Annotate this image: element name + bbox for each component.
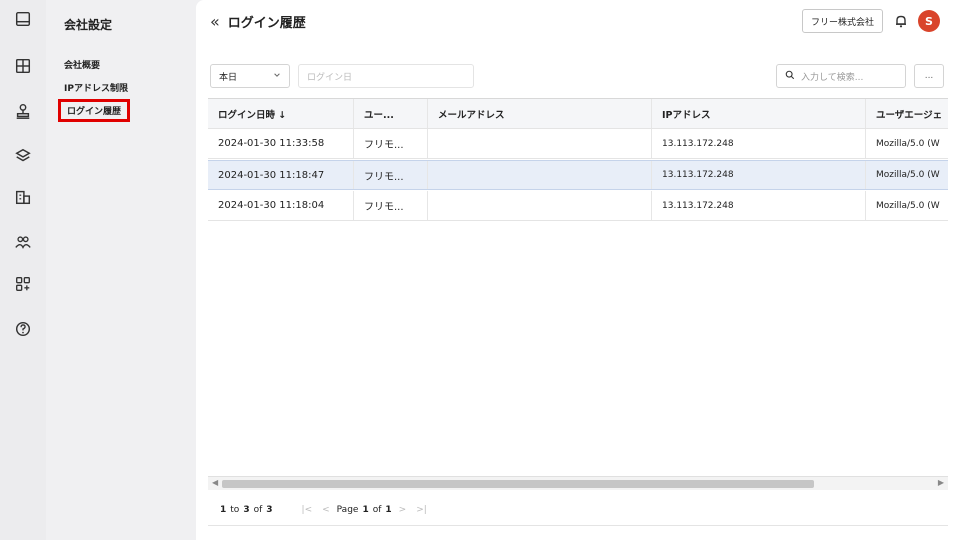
login-date-input[interactable]: ログイン日 bbox=[298, 64, 474, 88]
subnav-title: 会社設定 bbox=[64, 18, 113, 32]
more-options-button[interactable]: ... bbox=[914, 64, 944, 88]
search-input[interactable]: 入力して検索... bbox=[776, 64, 906, 88]
table-layout-icon[interactable] bbox=[12, 55, 34, 77]
column-header-user-agent[interactable]: ユーザエージェ bbox=[866, 99, 948, 128]
previous-page-icon[interactable]: < bbox=[319, 505, 333, 515]
cell-login-datetime: 2024-01-30 11:18:47 bbox=[208, 161, 354, 189]
current-page: 1 bbox=[362, 504, 369, 515]
cell-user-agent: Mozilla/5.0 (W bbox=[876, 200, 940, 211]
cell-user: フリモ... bbox=[354, 161, 428, 189]
first-page-icon[interactable]: |< bbox=[299, 505, 316, 515]
apps-add-icon[interactable] bbox=[12, 273, 34, 295]
login-history-table: ログイン日時 ↓ ユー... メールアドレス IPアドレス ユーザエージェ 20… bbox=[208, 98, 948, 528]
scroll-left-arrow-icon[interactable]: ◀ bbox=[212, 478, 218, 487]
row-range-to: 3 bbox=[243, 504, 250, 515]
pagination-bar: 1 to 3 of 3 |< < Page 1 of 1 > >| bbox=[208, 494, 948, 526]
search-icon bbox=[785, 70, 795, 83]
page-label: Page bbox=[336, 504, 359, 515]
subnav-item-company-overview[interactable]: 会社概要 bbox=[58, 55, 106, 74]
column-header-user[interactable]: ユー... bbox=[354, 99, 428, 128]
layers-icon[interactable] bbox=[12, 145, 34, 167]
icon-rail bbox=[0, 0, 46, 540]
chevron-down-icon bbox=[273, 71, 281, 82]
horizontal-scrollbar[interactable]: ◀ ▶ bbox=[208, 476, 948, 490]
page-total: 1 bbox=[385, 504, 392, 515]
table-header-row: ログイン日時 ↓ ユー... メールアドレス IPアドレス ユーザエージェ bbox=[208, 99, 948, 129]
page-header: « ログイン履歴 bbox=[210, 12, 306, 31]
period-select-value: 本日 bbox=[219, 72, 238, 83]
period-select[interactable]: 本日 bbox=[210, 64, 290, 88]
row-range-to-label: to bbox=[230, 504, 240, 515]
settings-subnav: 会社設定 会社概要 IPアドレス制限 ログイン履歴 bbox=[46, 0, 196, 540]
company-switcher-button[interactable]: フリー株式会社 bbox=[802, 9, 884, 33]
page-of-label: of bbox=[372, 504, 382, 515]
next-page-icon[interactable]: > bbox=[396, 505, 410, 515]
row-total: 3 bbox=[266, 504, 273, 515]
avatar[interactable]: S bbox=[918, 10, 940, 32]
cell-email bbox=[428, 191, 652, 220]
table-row[interactable]: 2024-01-30 11:18:04 フリモ... 13.113.172.24… bbox=[208, 191, 948, 221]
cell-user: フリモ... bbox=[354, 129, 428, 158]
main-panel: « ログイン履歴 フリー株式会社 S 本日 ログイン日 入力して検索... ..… bbox=[196, 0, 960, 540]
cell-login-datetime: 2024-01-30 11:18:04 bbox=[208, 191, 354, 220]
cell-user: フリモ... bbox=[354, 191, 428, 220]
cell-ip: 13.113.172.248 bbox=[652, 191, 866, 220]
inbox-icon[interactable] bbox=[12, 8, 34, 30]
scroll-right-arrow-icon[interactable]: ▶ bbox=[938, 478, 944, 487]
help-icon[interactable] bbox=[12, 318, 34, 340]
cell-email bbox=[428, 161, 652, 189]
back-chevron-icon[interactable]: « bbox=[210, 12, 220, 31]
row-range-from: 1 bbox=[220, 504, 227, 515]
building-icon[interactable] bbox=[12, 186, 34, 208]
cell-ip: 13.113.172.248 bbox=[652, 129, 866, 158]
stamp-icon[interactable] bbox=[12, 100, 34, 122]
search-placeholder: 入力して検索... bbox=[801, 72, 864, 83]
column-header-login-datetime[interactable]: ログイン日時 ↓ bbox=[208, 99, 354, 128]
column-header-email[interactable]: メールアドレス bbox=[428, 99, 652, 128]
users-icon[interactable] bbox=[12, 231, 34, 253]
table-row[interactable]: 2024-01-30 11:33:58 フリモ... 13.113.172.24… bbox=[208, 129, 948, 159]
subnav-item-ip-restriction[interactable]: IPアドレス制限 bbox=[58, 78, 134, 97]
subnav-item-login-history[interactable]: ログイン履歴 bbox=[58, 99, 131, 122]
cell-ip: 13.113.172.248 bbox=[652, 161, 866, 189]
scrollbar-thumb[interactable] bbox=[222, 480, 814, 488]
row-range-of-label: of bbox=[253, 504, 263, 515]
cell-user-agent: Mozilla/5.0 (W bbox=[876, 170, 940, 180]
page-title: ログイン履歴 bbox=[227, 16, 306, 31]
bell-icon[interactable] bbox=[893, 13, 909, 29]
column-header-ip[interactable]: IPアドレス bbox=[652, 99, 866, 128]
last-page-icon[interactable]: >| bbox=[413, 505, 430, 515]
cell-user-agent: Mozilla/5.0 (W bbox=[876, 138, 940, 149]
cell-login-datetime: 2024-01-30 11:33:58 bbox=[208, 129, 354, 158]
table-row-selected[interactable]: 2024-01-30 11:18:47 フリモ... 13.113.172.24… bbox=[208, 160, 948, 190]
cell-email bbox=[428, 129, 652, 158]
